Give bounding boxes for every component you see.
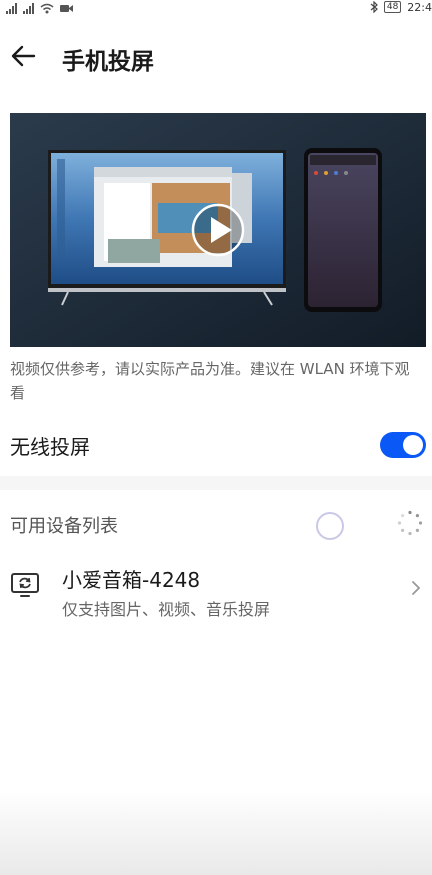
demo-video-illustration	[10, 113, 426, 347]
status-bar: 48 22:4	[0, 0, 432, 14]
status-time: 22:4	[407, 0, 432, 14]
bottom-area	[0, 790, 432, 875]
video-caption: 视频仅供参考，请以实际产品为准。建议在 WLAN 环境下观看	[10, 360, 410, 402]
wireless-cast-label: 无线投屏	[10, 435, 90, 459]
wireless-cast-row: 无线投屏	[0, 414, 432, 476]
signal-icon	[6, 3, 17, 14]
status-icons-left	[6, 0, 74, 14]
intro-card: 视频仅供参考，请以实际产品为准。建议在 WLAN 环境下观看 无线投屏	[0, 100, 432, 476]
device-description: 仅支持图片、视频、音乐投屏	[62, 600, 271, 619]
bluetooth-icon	[370, 1, 378, 13]
wifi-icon	[40, 3, 54, 14]
video-call-icon	[60, 5, 73, 12]
page-title: 手机投屏	[62, 49, 154, 75]
demo-video[interactable]	[10, 113, 426, 347]
loading-spinner-icon	[397, 510, 423, 536]
header: 手机投屏	[0, 14, 432, 100]
device-list-section: 可用设备列表 小爱音箱-4248 仅支持图片、视频、音乐投屏	[0, 490, 432, 790]
scan-indicator-ring	[316, 512, 344, 540]
device-item[interactable]: 小爱音箱-4248 仅支持图片、视频、音乐投屏	[0, 552, 432, 624]
device-list-title: 可用设备列表	[10, 516, 118, 537]
back-arrow-icon[interactable]	[8, 40, 40, 72]
battery-indicator: 48	[383, 1, 402, 13]
device-name: 小爱音箱-4248	[62, 568, 201, 592]
cast-device-icon	[11, 573, 39, 597]
toggle-knob	[403, 435, 423, 455]
chevron-right-icon	[412, 581, 421, 595]
status-icons-right: 48 22:4	[370, 0, 432, 14]
wireless-cast-toggle[interactable]	[380, 432, 426, 458]
signal-icon-2	[23, 3, 34, 14]
